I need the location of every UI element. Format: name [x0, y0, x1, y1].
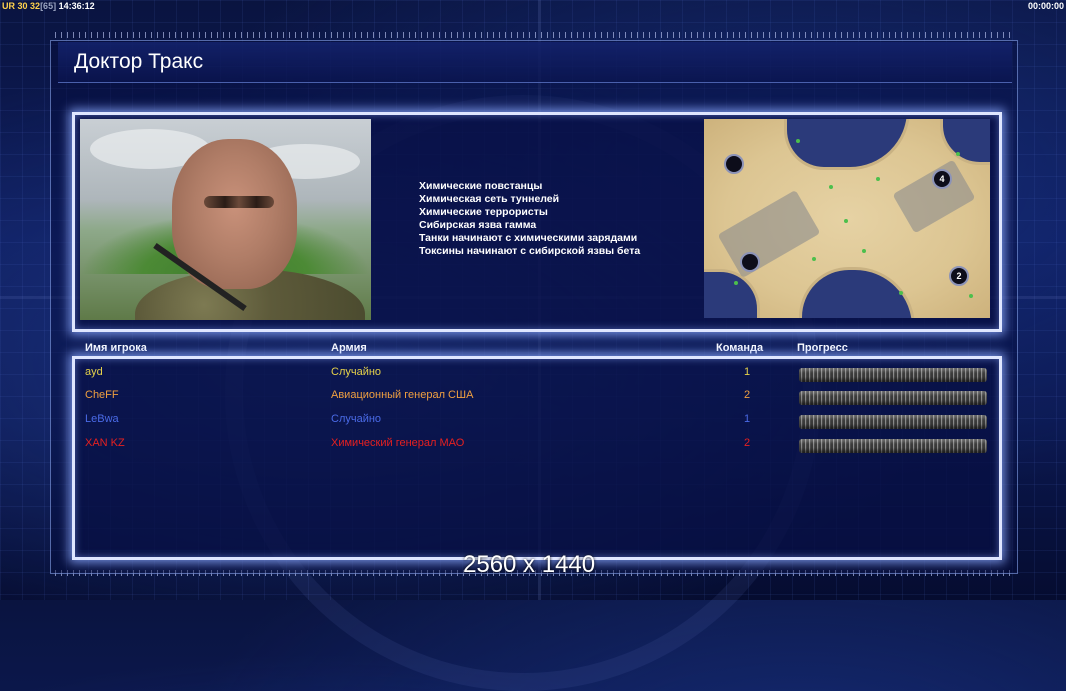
map-water [940, 119, 990, 165]
player-name: XAN KZ [85, 437, 125, 449]
player-progress-bar [799, 368, 987, 382]
map-resource [844, 219, 848, 223]
portrait-eyes [204, 196, 274, 208]
player-progress-bar [799, 391, 987, 405]
hud-tag: UR [2, 1, 15, 11]
map-spawn-point [740, 252, 760, 272]
column-header-team: Команда [716, 342, 764, 354]
player-name: LeBwa [85, 413, 119, 425]
hud-timer: 00:00:00 [1027, 1, 1064, 11]
map-resource [899, 291, 903, 295]
player-team: 2 [744, 437, 751, 449]
player-row: XAN KZ Химический генерал МАО 2 [0, 433, 1066, 455]
trait-item: Химические террористы [419, 206, 548, 218]
map-resource [734, 281, 738, 285]
player-army: Химический генерал МАО [331, 437, 465, 449]
resolution-caption: 2560 x 1440 [463, 551, 596, 578]
map-water [799, 267, 915, 318]
general-traits-list: Химические повстанцы Химическая сеть тун… [419, 180, 640, 258]
player-name: CheFF [85, 389, 119, 401]
player-team: 1 [744, 366, 751, 378]
map-resource [876, 177, 880, 181]
map-spawn-point: 2 [949, 266, 969, 286]
player-row: LeBwa Случайно 1 [0, 409, 1066, 431]
player-team: 1 [744, 413, 751, 425]
column-header-army: Армия [331, 342, 367, 354]
player-team: 2 [744, 389, 751, 401]
hud-bracket-value: [65] [40, 1, 57, 11]
map-resource [862, 249, 866, 253]
trait-item: Сибирская язва гамма [419, 219, 537, 231]
minimap-preview: 4 2 [704, 119, 990, 318]
trait-item: Токсины начинают с сибирской язвы бета [419, 245, 641, 257]
trait-item: Химическая сеть туннелей [419, 193, 560, 205]
player-name: ayd [85, 366, 103, 378]
trait-item: Химические повстанцы [419, 180, 543, 192]
map-resource [829, 185, 833, 189]
hud-value-1: 30 [17, 1, 28, 11]
column-header-player: Имя игрока [85, 342, 147, 354]
player-progress-bar [799, 439, 987, 453]
player-progress-bar [799, 415, 987, 429]
player-army: Авиационный генерал США [331, 389, 474, 401]
player-row: ayd Случайно 1 [0, 362, 1066, 384]
hud-clock: 14:36:12 [58, 1, 95, 11]
map-water [704, 269, 760, 318]
player-army: Случайно [331, 413, 382, 425]
column-header-progress: Прогресс [797, 342, 848, 354]
map-resource [969, 294, 973, 298]
top-ruler [55, 32, 1010, 38]
map-structure [717, 189, 821, 279]
hud-stats: UR 30 32[65] 14:36:12 [2, 0, 95, 12]
player-army: Случайно [331, 366, 382, 378]
player-row: CheFF Авиационный генерал США 2 [0, 385, 1066, 407]
map-spawn-point [724, 154, 744, 174]
map-spawn-point: 4 [932, 169, 952, 189]
trait-item: Танки начинают с химическими зарядами [419, 232, 638, 244]
map-resource [956, 152, 960, 156]
general-title: Доктор Тракс [74, 50, 204, 73]
general-portrait [80, 119, 371, 320]
hud-value-2: 32 [30, 1, 41, 11]
map-resource [796, 139, 800, 143]
map-structure [892, 159, 976, 234]
map-resource [812, 257, 816, 261]
map-water [784, 119, 910, 170]
